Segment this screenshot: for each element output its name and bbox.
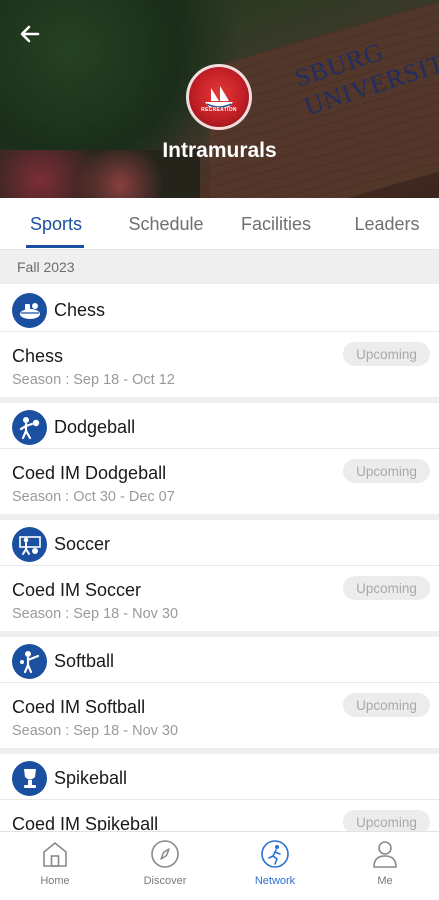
page-title: Intramurals — [162, 139, 277, 162]
tab-leaders[interactable]: Leaders — [342, 198, 432, 250]
league-name[interactable]: Chess — [12, 346, 63, 367]
home-icon — [43, 842, 67, 867]
nav-discover[interactable]: Discover — [110, 832, 220, 900]
status-badge: Upcoming — [343, 342, 430, 366]
sport-header[interactable]: Softball — [0, 637, 439, 683]
active-tab-indicator — [26, 245, 84, 248]
sport-header[interactable]: Dodgeball — [0, 403, 439, 449]
sport-name: Chess — [54, 300, 106, 320]
season-dates: Season : Sep 18 - Nov 30 — [12, 606, 179, 622]
sport-card-dodgeball: Dodgeball Coed IM Dodgeball Season : Oct… — [0, 403, 439, 513]
nav-home[interactable]: Home — [0, 832, 110, 900]
sport-name: Spikeball — [54, 768, 128, 788]
league-name[interactable]: Coed IM Softball — [12, 697, 145, 718]
sport-card-chess: Chess Chess Season : Sep 18 - Oct 12 Upc… — [0, 286, 439, 396]
tab-sports[interactable]: Sports — [17, 198, 95, 250]
tab-facilities[interactable]: Facilities — [228, 198, 324, 250]
nav-label: Me — [377, 875, 393, 887]
soccer-icon — [12, 527, 47, 562]
sport-name: Dodgeball — [54, 417, 136, 437]
season-dates: Season : Oct 30 - Dec 07 — [12, 489, 175, 505]
status-badge: Upcoming — [343, 693, 430, 717]
chess-icon — [12, 293, 47, 328]
league-name[interactable]: Coed IM Dodgeball — [12, 463, 166, 484]
nav-me[interactable]: Me — [330, 832, 439, 900]
season-dates: Season : Sep 18 - Nov 30 — [12, 723, 179, 739]
bottom-navigation: Home Discover Network Me — [0, 831, 439, 900]
dodgeball-icon — [12, 410, 47, 445]
spikeball-icon — [12, 761, 47, 796]
user-icon — [373, 841, 397, 868]
status-badge: Upcoming — [343, 459, 430, 483]
back-button[interactable] — [14, 18, 46, 50]
tab-schedule[interactable]: Schedule — [118, 198, 214, 250]
compass-icon — [151, 840, 179, 868]
status-badge: Upcoming — [343, 576, 430, 600]
softball-icon — [12, 644, 47, 679]
sport-name: Soccer — [54, 534, 111, 554]
sport-name: Softball — [54, 651, 115, 671]
sport-header[interactable]: Soccer — [0, 520, 439, 566]
logo-text: RECREATION — [201, 107, 237, 113]
sport-header[interactable]: Spikeball — [0, 754, 439, 800]
nav-label: Home — [40, 875, 70, 887]
nav-label: Network — [254, 875, 296, 887]
arrow-left-icon — [20, 25, 40, 43]
season-dates: Season : Sep 18 - Oct 12 — [12, 372, 175, 388]
league-name[interactable]: Coed IM Soccer — [12, 580, 141, 601]
sport-card-soccer: Soccer Coed IM Soccer Season : Sep 18 - … — [0, 520, 439, 630]
tab-bar: Sports Schedule Facilities Leaders — [0, 198, 439, 250]
sport-header[interactable]: Chess — [0, 286, 439, 332]
sport-card-softball: Softball Coed IM Softball Season : Sep 1… — [0, 637, 439, 747]
nav-label: Discover — [143, 875, 187, 887]
nav-network[interactable]: Network — [220, 832, 330, 900]
season-section-header: Fall 2023 — [0, 250, 439, 284]
recreation-logo: RECREATION — [186, 64, 252, 130]
header-banner: SBURG UNIVERSITY RECREATION Intramurals — [0, 0, 439, 198]
network-icon — [261, 840, 289, 868]
